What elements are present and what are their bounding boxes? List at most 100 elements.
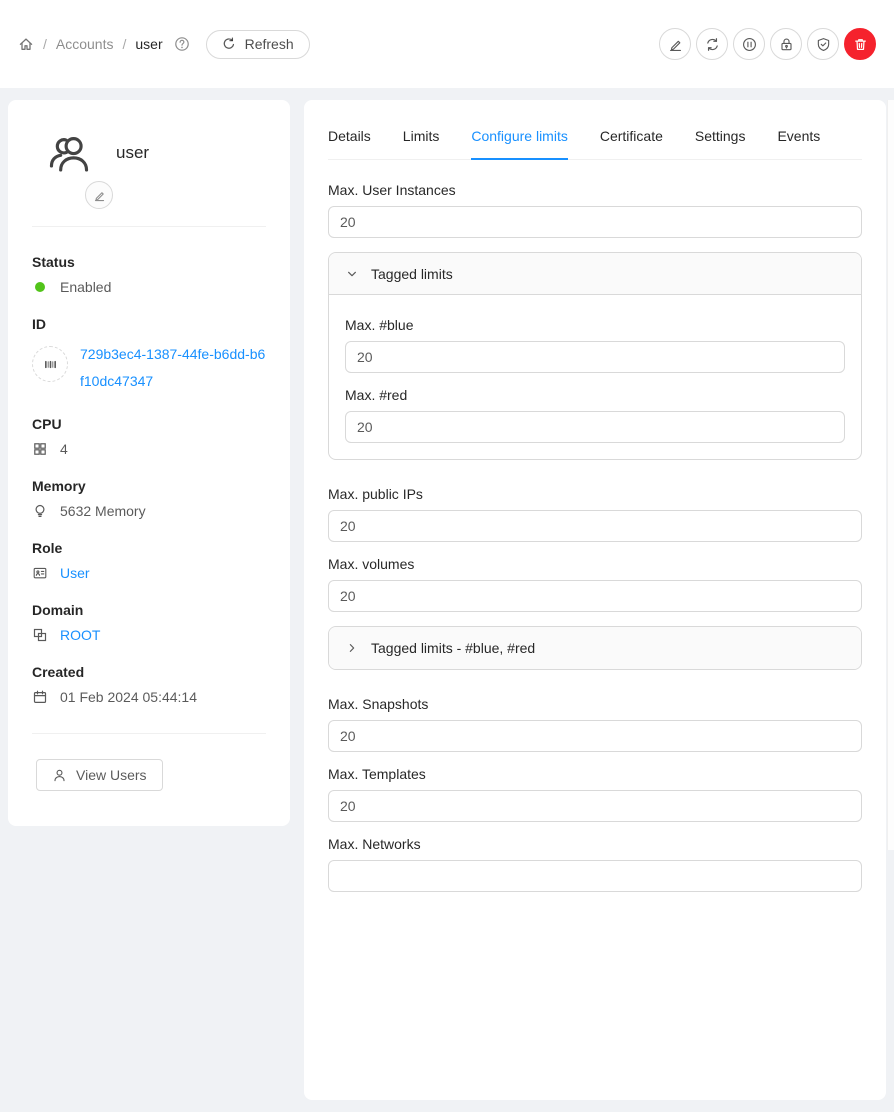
tagged-limits-collapsed-panel: Tagged limits - #blue, #red (328, 626, 862, 670)
tagged-limits-collapsed-header[interactable]: Tagged limits - #blue, #red (329, 627, 861, 669)
configure-limits-form: Max. User Instances Tagged limits Max. #… (328, 180, 862, 892)
panel-title: Tagged limits (371, 266, 453, 282)
max-snapshots-input[interactable] (328, 720, 862, 752)
tab-details[interactable]: Details (328, 124, 371, 159)
max-networks-input[interactable] (328, 860, 862, 892)
form-field-max-public-ips: Max. public IPs (328, 484, 862, 542)
field-label: Memory (32, 478, 266, 494)
field-label: Role (32, 540, 266, 556)
account-name: user (116, 143, 149, 163)
tab-settings[interactable]: Settings (695, 124, 746, 159)
max-templates-input[interactable] (328, 790, 862, 822)
delete-account-button[interactable] (844, 28, 876, 60)
user-icon (52, 768, 67, 783)
content-area: user Status Enabled ID (0, 88, 894, 1112)
tagged-limits-panel-body: Max. #blue Max. #red (329, 295, 861, 459)
status-value: Enabled (60, 279, 111, 295)
chevron-right-icon (346, 642, 358, 654)
page-scrollbar[interactable] (887, 100, 894, 850)
update-resource-count-button[interactable] (696, 28, 728, 60)
reload-icon (222, 37, 236, 51)
field-cpu: CPU 4 (32, 416, 266, 457)
max-red-input[interactable] (345, 411, 845, 443)
max-public-ips-input[interactable] (328, 510, 862, 542)
header-actions (659, 28, 876, 60)
form-field-max-volumes: Max. volumes (328, 554, 862, 612)
form-field-max-red: Max. #red (345, 385, 845, 443)
form-label: Max. User Instances (328, 180, 862, 198)
view-users-button[interactable]: View Users (36, 759, 163, 791)
tab-limits[interactable]: Limits (403, 124, 440, 159)
calendar-icon (32, 689, 48, 705)
domain-link[interactable]: ROOT (60, 627, 100, 643)
edit-icon (668, 37, 683, 52)
form-field-max-snapshots: Max. Snapshots (328, 694, 862, 752)
question-circle-icon[interactable] (174, 36, 190, 52)
team-icon (46, 130, 92, 176)
home-icon[interactable] (18, 36, 34, 52)
field-label: Created (32, 664, 266, 680)
form-field-max-templates: Max. Templates (328, 764, 862, 822)
account-summary-card: user Status Enabled ID (8, 100, 290, 826)
form-field-max-blue: Max. #blue (345, 315, 845, 373)
bulb-icon (32, 503, 48, 519)
pause-circle-icon (742, 37, 757, 52)
account-profile: user (32, 124, 266, 209)
account-certificate-button[interactable] (807, 28, 839, 60)
form-label: Max. #blue (345, 315, 845, 333)
form-label: Max. #red (345, 385, 845, 403)
role-link[interactable]: User (60, 565, 90, 581)
view-users-label: View Users (76, 767, 147, 783)
breadcrumb-separator: / (43, 36, 47, 52)
delete-icon (853, 37, 868, 52)
form-field-max-networks: Max. Networks (328, 834, 862, 892)
field-id: ID 729b3ec4-1387-44fe-b6dd-b6f10dc47347 (32, 316, 266, 395)
field-label: Status (32, 254, 266, 270)
max-blue-input[interactable] (345, 341, 845, 373)
tagged-limits-panel-header[interactable]: Tagged limits (329, 253, 861, 295)
field-domain: Domain ROOT (32, 602, 266, 643)
appstore-icon (32, 441, 48, 457)
form-label: Max. volumes (328, 554, 862, 572)
idcard-icon (32, 565, 48, 581)
breadcrumb-current: user (135, 36, 162, 52)
field-status: Status Enabled (32, 254, 266, 295)
form-label: Max. Snapshots (328, 694, 862, 712)
block-icon (32, 627, 48, 643)
edit-avatar-button[interactable] (85, 181, 113, 209)
account-id-link[interactable]: 729b3ec4-1387-44fe-b6dd-b6f10dc47347 (80, 341, 266, 395)
max-volumes-input[interactable] (328, 580, 862, 612)
breadcrumb-accounts[interactable]: Accounts (56, 36, 114, 52)
refresh-label: Refresh (245, 36, 294, 52)
tab-certificate[interactable]: Certificate (600, 124, 663, 159)
divider (32, 226, 266, 227)
field-role: Role User (32, 540, 266, 581)
panel-title: Tagged limits - #blue, #red (371, 640, 535, 656)
lock-account-button[interactable] (770, 28, 802, 60)
tab-events[interactable]: Events (777, 124, 820, 159)
field-label: ID (32, 316, 266, 332)
form-label: Max. Networks (328, 834, 862, 852)
tab-configure-limits[interactable]: Configure limits (471, 124, 567, 160)
edit-account-button[interactable] (659, 28, 691, 60)
memory-value: 5632 Memory (60, 503, 146, 519)
field-label: Domain (32, 602, 266, 618)
max-user-instances-input[interactable] (328, 206, 862, 238)
pencil-icon (93, 189, 106, 202)
tab-bar: Details Limits Configure limits Certific… (328, 124, 862, 160)
refresh-button[interactable]: Refresh (206, 30, 310, 59)
field-memory: Memory 5632 Memory (32, 478, 266, 519)
divider (32, 733, 266, 734)
tagged-limits-panel: Tagged limits Max. #blue Max. #red (328, 252, 862, 460)
disable-account-button[interactable] (733, 28, 765, 60)
barcode-icon (32, 346, 68, 382)
form-label: Max. Templates (328, 764, 862, 782)
safety-certificate-icon (816, 37, 831, 52)
field-created: Created 01 Feb 2024 05:44:14 (32, 664, 266, 705)
field-label: CPU (32, 416, 266, 432)
chevron-down-icon (346, 268, 358, 280)
breadcrumb-separator: / (122, 36, 126, 52)
breadcrumb: / Accounts / user (18, 36, 190, 52)
top-header: / Accounts / user Refresh (0, 0, 894, 88)
sync-icon (705, 37, 720, 52)
